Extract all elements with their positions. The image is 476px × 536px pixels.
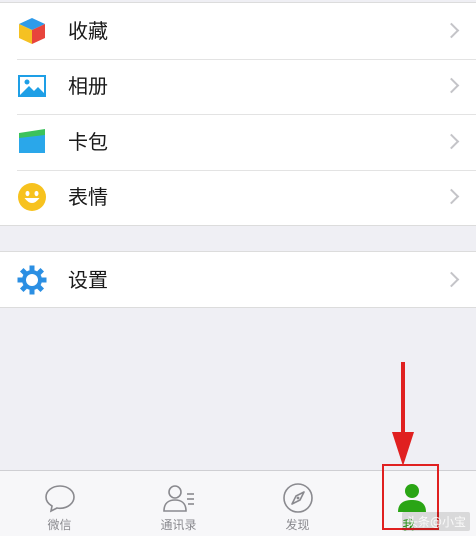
tab-contacts[interactable]: 通讯录 — [119, 471, 238, 536]
contacts-icon — [162, 481, 196, 515]
menu-item-label: 卡包 — [68, 129, 108, 154]
chevron-right-icon — [443, 133, 460, 150]
menu-group-primary: 收藏 相册 卡包 表情 — [0, 2, 476, 226]
menu-item-settings[interactable]: 设置 — [0, 252, 476, 307]
menu-item-label: 表情 — [68, 185, 108, 210]
tab-discover[interactable]: 发现 — [238, 471, 357, 536]
tab-label: 微信 — [47, 518, 72, 532]
menu-item-stickers[interactable]: 表情 — [0, 169, 476, 226]
menu-item-label: 收藏 — [68, 18, 108, 43]
chevron-right-icon — [443, 77, 460, 94]
tab-label: 通讯录 — [160, 518, 197, 532]
menu-item-label: 相册 — [68, 74, 108, 99]
chevron-right-icon — [443, 271, 460, 287]
menu-item-label: 设置 — [68, 267, 108, 292]
menu-group-settings: 设置 — [0, 251, 476, 308]
menu-item-card-wallet[interactable]: 卡包 — [0, 114, 476, 170]
annotation-arrow-icon — [392, 362, 414, 466]
tab-label: 发现 — [285, 518, 310, 532]
favorites-cube-icon — [17, 16, 47, 46]
chevron-right-icon — [443, 188, 460, 205]
settings-gear-icon — [17, 265, 47, 295]
chat-bubble-icon — [43, 481, 77, 515]
tab-chats[interactable]: 微信 — [0, 471, 119, 536]
menu-item-album[interactable]: 相册 — [0, 58, 476, 115]
menu-item-favorites[interactable]: 收藏 — [0, 3, 476, 59]
album-picture-icon — [17, 71, 47, 101]
sticker-smiley-icon — [17, 182, 47, 212]
watermark-text: 头条@小宝 — [401, 512, 470, 531]
compass-icon — [281, 481, 315, 515]
chevron-right-icon — [443, 22, 460, 39]
card-wallet-icon — [17, 127, 47, 157]
